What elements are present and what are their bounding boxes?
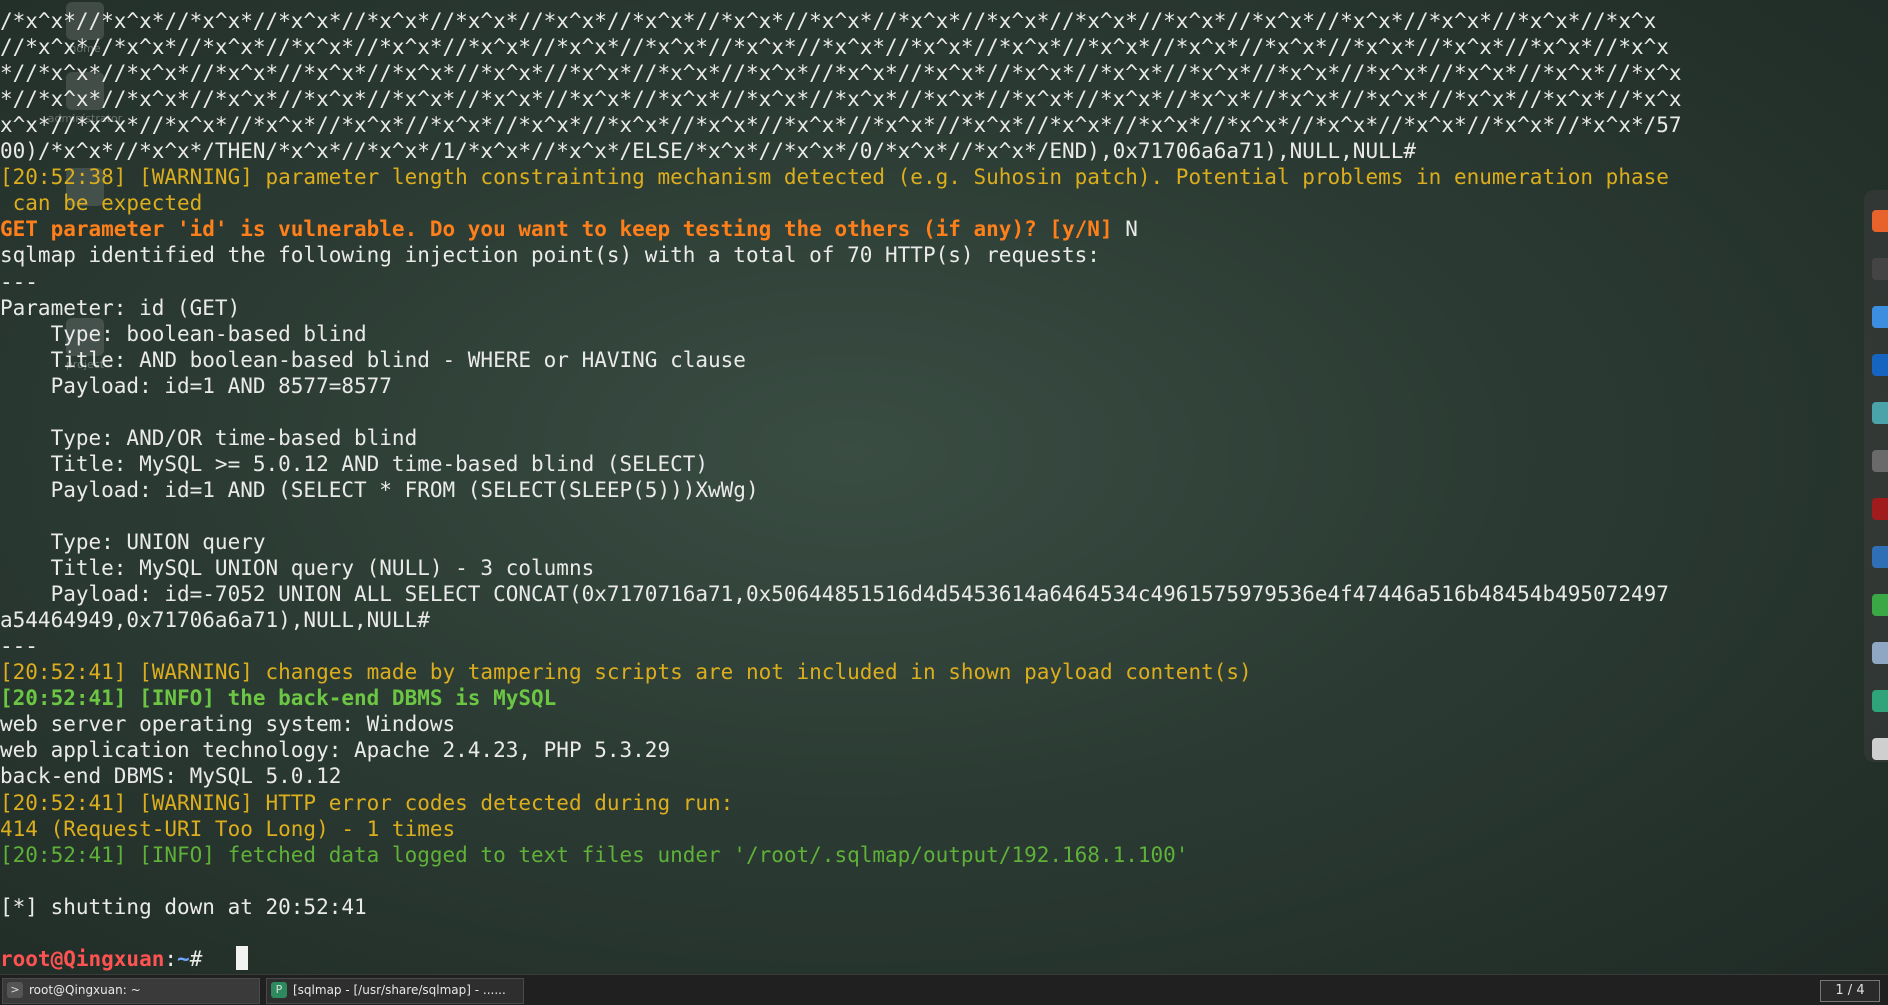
taskbar: > root@Qingxuan: ~ P [sqlmap - [/usr/sha… [0,974,1888,1005]
apps-grid-icon[interactable] [1872,738,1888,760]
metasploit-icon[interactable] [1872,498,1888,520]
terminal-line: Title: MySQL >= 5.0.12 AND time-based bl… [0,451,708,477]
terminal-text-segment: [20:52:41] [WARNING] changes made by tam… [0,660,1252,685]
package-icon[interactable] [1872,690,1888,712]
terminal-text-segment: Parameter: id (GET) [0,295,241,320]
terminal-text-segment: : [164,946,178,971]
terminal-text-segment: Type: UNION query [0,530,266,554]
terminal-line: Parameter: id (GET) [0,295,240,321]
terminal-text-segment: [20:52:41] [WARNING] HTTP error codes de… [0,790,734,815]
sqlmap-icon[interactable] [1872,402,1888,424]
terminal-text-segment: web application technology: Apache 2.4.2… [0,738,671,763]
terminal-text-segment: Type: boolean-based blind [0,321,367,346]
terminal-text-segment: Payload: id=1 AND (SELECT * FROM (SELECT… [0,477,759,502]
taskbar-item-label: [sqlmap - [/usr/share/sqlmap] - ...... [293,983,506,997]
terminal-text-segment: [20:52:41] [INFO] the back-end DBMS is M… [0,686,557,711]
terminal-text-segment: Type: AND/OR time-based blind [0,425,418,450]
terminal-line: sqlmap identified the following injectio… [0,242,1100,268]
terminal-text-segment: [*] shutting down at 20:52:41 [0,894,367,919]
firefox-icon[interactable] [1872,210,1888,232]
chat-icon[interactable] [1872,594,1888,616]
terminal-text-segment: [20:52:38] [WARNING] parameter length co… [0,165,1669,190]
terminal-line: Payload: id=1 AND 8577=8577 [0,373,392,399]
terminal-line: //*x^x*//*x^x*//*x^x*//*x^x*//*x^x*//*x^… [0,34,1669,60]
terminal-text-segment: # [189,946,215,971]
terminal-text-segment: back-end DBMS: MySQL 5.0.12 [0,764,342,789]
terminal-line: *//*x^x*//*x^x*//*x^x*//*x^x*//*x^x*//*x… [0,60,1682,86]
terminal-text-segment: 414 (Request-URI Too Long) - 1 times [0,816,456,841]
terminal-output[interactable]: /*x^x*//*x^x*//*x^x*//*x^x*//*x^x*//*x^x… [0,0,1848,974]
terminal-text-segment: Title: MySQL >= 5.0.12 AND time-based bl… [0,451,709,476]
terminal-text-segment: Title: MySQL UNION query (NULL) - 3 colu… [0,556,595,581]
terminal-line: Title: AND boolean-based blind - WHERE o… [0,347,746,373]
terminal-icon: > [7,982,23,998]
terminal-line: /*x^x*//*x^x*//*x^x*//*x^x*//*x^x*//*x^x… [0,8,1656,34]
terminal-line: [*] shutting down at 20:52:41 [0,894,367,920]
terminal-text-segment: can be expected [0,191,203,216]
terminal-text-segment: Title: AND boolean-based blind - WHERE o… [0,347,746,372]
terminal-text-segment: N [1125,217,1138,242]
terminal-line: [20:52:41] [WARNING] changes made by tam… [0,659,1252,685]
wireshark-icon[interactable] [1872,546,1888,568]
terminal-text-segment: [20:52:41] [INFO] fetched data logged to… [0,842,1189,867]
terminal-text-segment: /*x^x*//*x^x*//*x^x*//*x^x*//*x^x*//*x^x… [0,9,1657,33]
terminal-text-segment: Payload: id=1 AND 8577=8577 [0,373,392,398]
right-dock [1864,190,1888,762]
ide-icon: P [271,982,287,998]
terminal-text-segment: Payload: id=-7052 UNION ALL SELECT CONCA… [0,582,1669,607]
burp-icon[interactable] [1872,354,1888,376]
taskbar-item-terminal[interactable]: > root@Qingxuan: ~ [2,978,260,1004]
terminal-text-segment: 00)/*x^x*//*x^x*/THEN/*x^x*//*x^x*/1/*x^… [0,139,1417,164]
terminal-line: x^x*//*x^x*//*x^x*//*x^x*//*x^x*//*x^x*/… [0,112,1682,138]
terminal-text-segment: *//*x^x*//*x^x*//*x^x*//*x^x*//*x^x*//*x… [0,87,1682,112]
terminal-text-segment: web server operating system: Windows [0,712,456,737]
terminal-line: Payload: id=-7052 UNION ALL SELECT CONCA… [0,581,1669,607]
terminal-line: back-end DBMS: MySQL 5.0.12 [0,763,341,789]
terminal-line: [20:52:41] [INFO] the back-end DBMS is M… [0,685,556,711]
terminal-line: [20:52:38] [WARNING] parameter length co… [0,164,1669,190]
terminal-line: --- [0,633,38,659]
terminal-text-segment: ~ [177,946,190,971]
terminal-text-segment: --- [0,634,38,659]
terminal-text-segment: x^x*//*x^x*//*x^x*//*x^x*//*x^x*//*x^x*/… [0,113,1682,138]
terminal-text-segment: //*x^x*//*x^x*//*x^x*//*x^x*//*x^x*//*x^… [0,35,1669,60]
terminal-line: GET parameter 'id' is vulnerable. Do you… [0,216,1138,242]
terminal-line: a54464949,0x71706a6a71),NULL,NULL# [0,607,430,633]
terminal-line: Type: UNION query [0,529,266,555]
terminal-text-segment: a54464949,0x71706a6a71),NULL,NULL# [0,608,430,633]
terminal-line: web server operating system: Windows [0,711,455,737]
terminal-text-segment: --- [0,269,38,294]
terminal-line: *//*x^x*//*x^x*//*x^x*//*x^x*//*x^x*//*x… [0,86,1682,112]
terminal-line: [20:52:41] [INFO] fetched data logged to… [0,842,1188,868]
workspace-indicator[interactable]: 1 / 4 [1820,980,1880,1002]
settings-icon[interactable] [1872,642,1888,664]
terminal-line: Title: MySQL UNION query (NULL) - 3 colu… [0,555,595,581]
terminal-line: web application technology: Apache 2.4.2… [0,737,670,763]
terminal-cursor [236,946,248,970]
terminal-text-segment: *//*x^x*//*x^x*//*x^x*//*x^x*//*x^x*//*x… [0,61,1682,86]
terminal-text-segment: GET parameter 'id' is vulnerable. Do you… [0,217,1126,242]
taskbar-item-label: root@Qingxuan: ~ [29,983,141,997]
chromium-icon[interactable] [1872,306,1888,328]
terminal-line: 414 (Request-URI Too Long) - 1 times [0,816,455,842]
terminal-line: can be expected [0,190,203,216]
terminal-line: root@Qingxuan:~# [0,946,215,972]
terminal-text-segment: sqlmap identified the following injectio… [0,243,1100,268]
terminal-icon[interactable] [1872,258,1888,280]
editor-icon[interactable] [1872,450,1888,472]
terminal-line: Type: AND/OR time-based blind [0,425,418,451]
terminal-line: 00)/*x^x*//*x^x*/THEN/*x^x*//*x^x*/1/*x^… [0,138,1416,164]
terminal-line: --- [0,269,38,295]
terminal-line: [20:52:41] [WARNING] HTTP error codes de… [0,790,733,816]
terminal-line: Payload: id=1 AND (SELECT * FROM (SELECT… [0,477,759,503]
terminal-text-segment: root@Qingxuan [0,946,165,971]
taskbar-item-sqlmap-ide[interactable]: P [sqlmap - [/usr/share/sqlmap] - ...... [266,978,524,1004]
terminal-line: Type: boolean-based blind [0,321,367,347]
